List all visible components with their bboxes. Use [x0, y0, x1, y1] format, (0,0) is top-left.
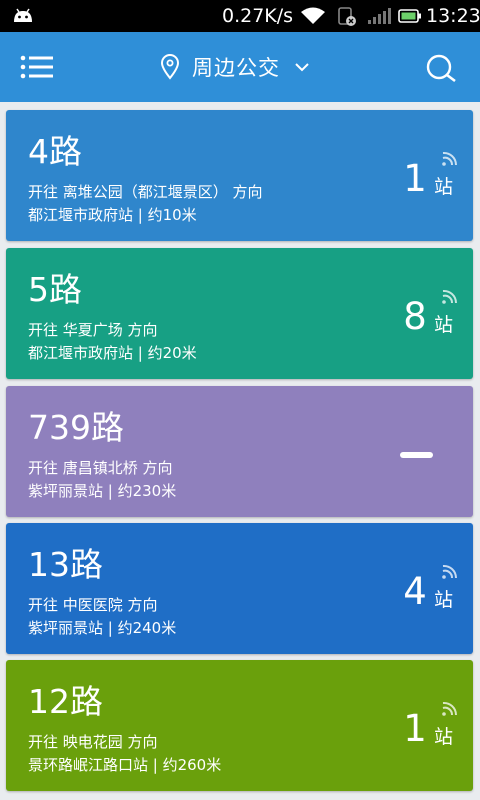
stop-info: 都江堰市政府站 | 约20米 — [28, 344, 197, 362]
route-card[interactable]: 13路 开往 中医医院 方向 紫坪丽景站 | 约240米 4 站 — [6, 523, 473, 654]
realtime-signal-icon — [442, 564, 458, 579]
route-name: 739路 — [28, 408, 124, 447]
stops-away-count: 4 — [403, 570, 427, 613]
location-dropdown[interactable]: 周边公交 — [160, 50, 310, 84]
stops-unit: 站 — [434, 726, 454, 748]
stop-info: 紫坪丽景站 | 约230米 — [28, 482, 177, 500]
signal-icon — [368, 8, 391, 24]
route-direction: 开往 映电花园 方向 — [28, 733, 158, 751]
clock: 13:23 — [426, 5, 480, 27]
location-pin-icon — [160, 54, 180, 80]
realtime-signal-icon — [442, 151, 458, 166]
stops-unit: 站 — [434, 314, 454, 336]
realtime-signal-icon — [442, 289, 458, 304]
page-title: 周边公交 — [192, 56, 280, 80]
search-icon[interactable] — [422, 50, 460, 88]
realtime-signal-icon — [442, 701, 458, 716]
route-direction: 开往 华夏广场 方向 — [28, 321, 158, 339]
route-card[interactable]: 739路 开往 唐昌镇北桥 方向 紫坪丽景站 | 约230米 — [6, 386, 473, 517]
stops-unit: 站 — [434, 176, 454, 198]
route-card[interactable]: 4路 开往 离堆公园（都江堰景区） 方向 都江堰市政府站 | 约10米 1 站 — [6, 110, 473, 241]
route-card[interactable]: 12路 开往 映电花园 方向 景环路岷江路口站 | 约260米 1 站 — [6, 660, 473, 791]
route-card[interactable]: 5路 开往 华夏广场 方向 都江堰市政府站 | 约20米 8 站 — [6, 248, 473, 379]
battery-icon — [398, 9, 421, 23]
no-arrival-dash — [400, 452, 433, 458]
stop-info: 紫坪丽景站 | 约240米 — [28, 619, 177, 637]
network-speed: 0.27K/s — [222, 5, 294, 27]
stops-away-count: 1 — [403, 707, 427, 750]
route-name: 5路 — [28, 270, 82, 309]
android-icon — [14, 8, 32, 22]
stops-unit: 站 — [434, 589, 454, 611]
stop-info: 都江堰市政府站 | 约10米 — [28, 206, 197, 224]
app-bar: 周边公交 — [0, 32, 480, 102]
chevron-down-icon — [295, 63, 309, 72]
sim-icon — [338, 7, 356, 26]
wifi-icon — [301, 7, 325, 24]
route-name: 13路 — [28, 545, 103, 584]
stops-away-count: 1 — [403, 157, 427, 200]
route-name: 4路 — [28, 132, 82, 171]
route-direction: 开往 唐昌镇北桥 方向 — [28, 459, 173, 477]
status-bar: 0.27K/s 13:23 — [0, 0, 480, 32]
route-direction: 开往 离堆公园（都江堰景区） 方向 — [28, 183, 263, 201]
menu-list-icon[interactable] — [18, 52, 56, 82]
stops-away-count: 8 — [403, 295, 427, 338]
route-name: 12路 — [28, 682, 103, 721]
route-direction: 开往 中医医院 方向 — [28, 596, 158, 614]
stop-info: 景环路岷江路口站 | 约260米 — [28, 756, 222, 774]
